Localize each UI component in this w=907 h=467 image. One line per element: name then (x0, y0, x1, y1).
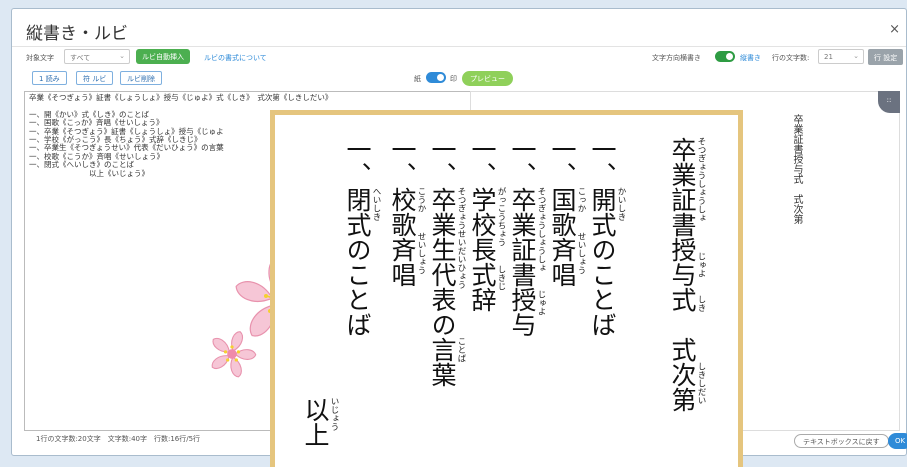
chars-per-line-label: 行の文字数: (772, 54, 810, 62)
ruby-annotation: いじょう (329, 397, 339, 431)
card-column: 一、校歌斉唱 (388, 137, 417, 287)
card-column: 卒業証書授与式 式次第 (668, 137, 697, 412)
view-toggle[interactable] (426, 72, 446, 83)
preview-column: 卒業証書授与式 式次第 (791, 114, 802, 224)
chars-per-line-value: 21 (824, 53, 833, 61)
ruby-button[interactable]: 符 ルビ (76, 71, 114, 85)
sakura-flower-icon (211, 331, 257, 378)
close-icon[interactable]: × (889, 22, 900, 37)
direction-label: 文字方向横書き (652, 54, 701, 62)
chars-per-line-select[interactable]: 21 ⌄ (818, 49, 864, 64)
ruby-annotation: そつぎょうしょうしょ (536, 187, 546, 272)
grip-icon[interactable]: :: (878, 91, 900, 113)
editor-line: 卒業《そつぎょう》証書《しょうしょ》授与《じゅよ》式《しき》 式次第《しきしだい… (29, 93, 333, 102)
ruby-annotation: そつぎょうしょうしょ (696, 137, 706, 222)
title-divider (12, 46, 906, 47)
ruby-annotation: ことば (456, 337, 466, 363)
direction-value: 縦書き (740, 54, 761, 62)
remove-ruby-button[interactable]: ルビ削除 (120, 71, 162, 85)
target-chars-label: 対象文字 (26, 54, 54, 62)
ruby-annotation: がっこうちょう (496, 187, 506, 247)
direction-toggle[interactable] (715, 51, 735, 62)
ruby-annotation: そつぎょうせいだいひょう (456, 187, 466, 289)
ruby-annotation: こっか (576, 187, 586, 213)
ruby-annotation: せいしょう (416, 232, 426, 275)
ruby-annotation: しき (696, 294, 706, 312)
target-chars-value: すべて (70, 54, 91, 62)
chevron-down-icon: ⌄ (853, 52, 859, 60)
ruby-annotation: じゅよ (536, 289, 546, 316)
view-left-label: 紙 (414, 75, 421, 83)
target-chars-select[interactable]: すべて ⌄ (64, 49, 130, 64)
auto-ruby-button[interactable]: ルビ自動挿入 (136, 49, 190, 64)
reading-button[interactable]: 1 読み (32, 71, 67, 85)
vertical-text-card: 卒業証書授与式 式次第 そつぎょうしょうしょ じゅよ しき しきしだい 一、開式のことばか… (270, 110, 743, 467)
ok-button[interactable]: OK (888, 433, 907, 449)
status-bar-text: 1行の文字数:20文字 文字数:40字 行数:16行/5行 (36, 435, 201, 443)
chevron-down-icon: ⌄ (119, 52, 125, 60)
return-to-textbox-button[interactable]: テキストボックスに戻す (794, 434, 889, 448)
ruby-annotation: じゅよ (696, 252, 706, 278)
card-column: 一、閉式のことば (343, 137, 372, 337)
card-column: 一、国歌斉唱 (548, 137, 577, 287)
ruby-annotation: こうか (416, 187, 426, 213)
preview-button[interactable]: プレビュー (462, 71, 513, 86)
ruby-annotation: しきしだい (696, 362, 706, 405)
ruby-annotation: せいしょう (576, 232, 586, 275)
card-column: 一、開式のことば (588, 137, 617, 337)
apply-settings-button[interactable]: 行 設定 (868, 49, 904, 65)
ruby-annotation: へいしき (371, 187, 381, 221)
card-column: 一、卒業生代表の言葉 (428, 137, 457, 387)
card-column: 以上 (301, 397, 330, 447)
view-right-label: 印 (450, 75, 457, 83)
card-column: 一、学校長式辞 (468, 137, 497, 312)
ruby-annotation: しきじ (496, 264, 506, 291)
dialog-title: 縦書き・ルビ (26, 24, 128, 44)
ruby-annotation: かいしき (616, 187, 626, 221)
card-column: 一、卒業証書授与 (508, 137, 537, 337)
ruby-format-help-link[interactable]: ルビの書式について (204, 53, 267, 63)
